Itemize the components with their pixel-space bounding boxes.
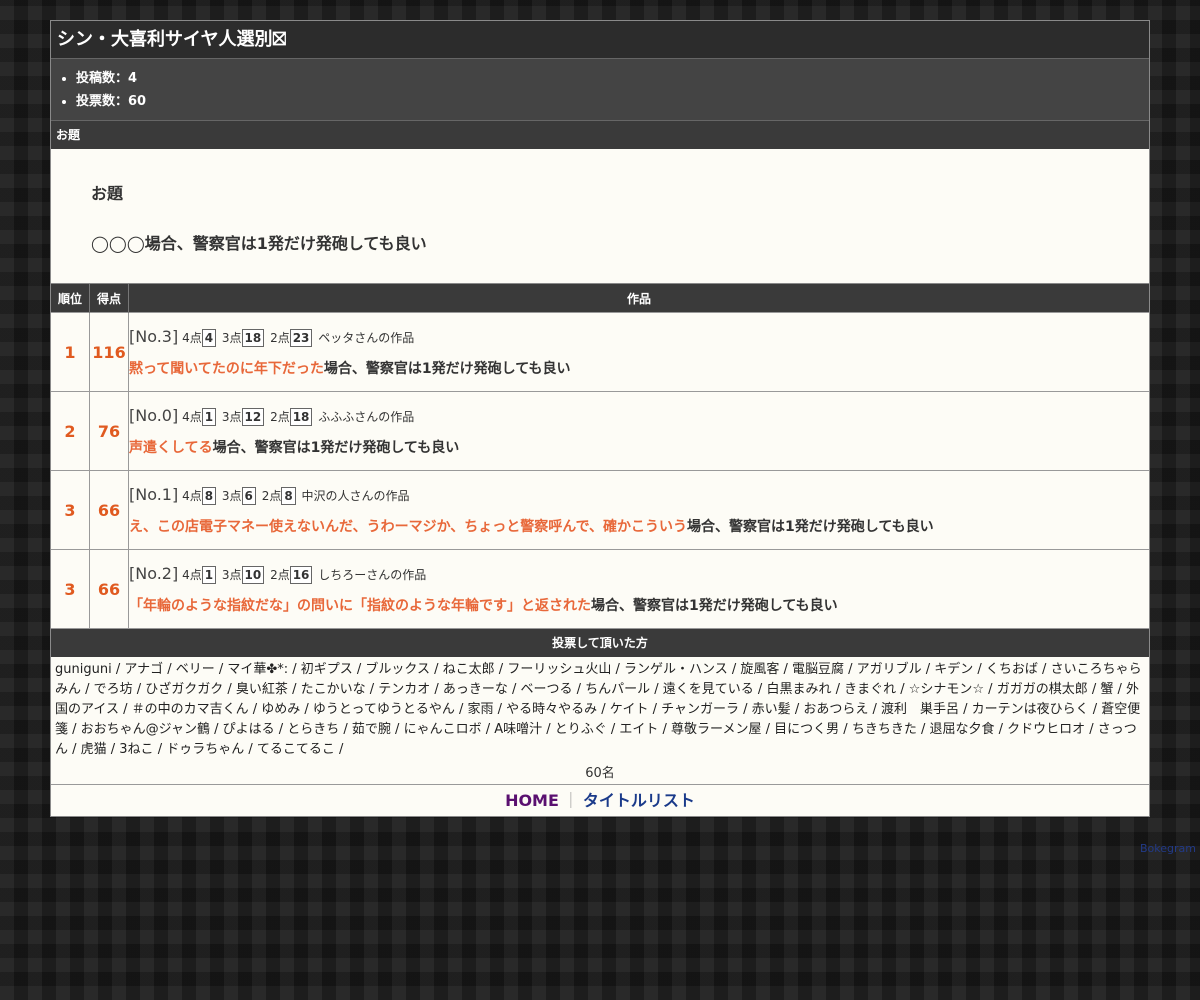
odai-box: お題 ◯◯◯場合、警察官は1発だけ発砲しても良い — [51, 149, 1149, 284]
entry-meta: [No.3] 4点 4 3点 18 2点 23 ペッタさんの作品 — [129, 327, 1149, 348]
entry-author: 中沢の人さんの作品 — [301, 488, 410, 503]
points-2-label: 2点 — [270, 567, 290, 582]
table-row: 3 66 [No.2] 4点 1 3点 10 2点 16 しちろーさんの作品 「年輪の… — [51, 549, 1149, 628]
answer-suffix: 場合、警察官は1発だけ発砲しても良い — [687, 518, 934, 535]
work-cell: [No.0] 4点 1 3点 12 2点 18 ふふふさんの作品 声遣くしてる場合、警… — [128, 391, 1149, 471]
score-column-header: 得点 — [89, 284, 129, 313]
answer-suffix: 場合、警察官は1発だけ発砲しても良い — [323, 360, 571, 377]
entry-number: [No.1] — [129, 484, 179, 504]
home-link[interactable]: HOME — [505, 791, 559, 810]
points-4-count: 8 — [201, 486, 217, 505]
answer-suffix: 場合、警察官は1発だけ発砲しても良い — [212, 439, 460, 456]
entry-answer: 「年輪のような指紋だな」の問いに「指紋のような年輪です」と返された場合、警察官は… — [129, 595, 1149, 615]
main-panel: シン・大喜利サイヤ人選別⛝ 投稿数：4 投票数：60 お題 お題 ◯◯◯場合、警… — [50, 20, 1150, 817]
answer-suffix: 場合、警察官は1発だけ発砲しても良い — [591, 597, 838, 614]
footer-nav: HOME ｜タイトルリスト — [51, 784, 1149, 816]
points-2-label: 2点 — [270, 409, 290, 424]
page-title: シン・大喜利サイヤ人選別⛝ — [51, 21, 1149, 59]
results-header-row: 順位 得点 作品 — [51, 284, 1149, 313]
voters-list: guniguni / アナゴ / ベリー / マイ華✤*: / 初ギプス / ブ… — [55, 662, 1142, 757]
points-2-count: 23 — [289, 328, 313, 347]
work-cell: [No.2] 4点 1 3点 10 2点 16 しちろーさんの作品 「年輪のような指紋… — [128, 549, 1149, 628]
voters-count: 60名 — [585, 766, 615, 781]
voters-header: 投票して頂いた方 — [51, 628, 1149, 657]
answer-highlight: 声遣くしてる — [129, 439, 213, 456]
results-table: 順位 得点 作品 1 116 [No.3] 4点 4 3点 18 2点 23 ペッタさ… — [51, 284, 1149, 628]
entry-author: ペッタさんの作品 — [318, 330, 415, 345]
entry-meta: [No.0] 4点 1 3点 12 2点 18 ふふふさんの作品 — [129, 406, 1149, 427]
points-2-count: 18 — [289, 407, 313, 426]
points-4-label: 4点 — [182, 330, 202, 345]
points-2-label: 2点 — [261, 488, 282, 503]
odai-section-header: お題 — [51, 121, 1149, 149]
rank-cell: 1 — [51, 312, 90, 392]
stats-list: 投稿数：4 投票数：60 — [51, 59, 1149, 121]
table-row: 1 116 [No.3] 4点 4 3点 18 2点 23 ペッタさんの作品 黙って聞… — [51, 312, 1149, 392]
work-column-header: 作品 — [128, 284, 1149, 313]
rank-column-header: 順位 — [51, 284, 90, 313]
bokegram-credit-link[interactable]: Bokegram — [1140, 842, 1196, 855]
points-3-label: 3点 — [221, 330, 242, 345]
table-row: 2 76 [No.0] 4点 1 3点 12 2点 18 ふふふさんの作品 声遣くして… — [51, 391, 1149, 471]
rank-cell: 3 — [51, 549, 90, 628]
entry-number: [No.0] — [129, 405, 179, 425]
entry-answer: 黙って聞いてたのに年下だった場合、警察官は1発だけ発砲しても良い — [129, 358, 1149, 378]
points-3-count: 10 — [241, 565, 265, 584]
post-count: 投稿数：4 — [76, 67, 1149, 90]
table-row: 3 66 [No.1] 4点 8 3点 6 2点 8 中沢の人さんの作品 え、この店電… — [51, 470, 1149, 550]
points-4-label: 4点 — [182, 488, 202, 503]
vote-count: 投票数：60 — [76, 90, 1149, 113]
points-4-count: 4 — [201, 328, 217, 347]
rank-cell: 2 — [51, 391, 90, 471]
score-cell: 76 — [89, 391, 129, 471]
points-2-count: 8 — [281, 486, 296, 505]
score-cell: 66 — [89, 470, 129, 550]
points-2-label: 2点 — [270, 330, 290, 345]
points-4-label: 4点 — [182, 567, 202, 582]
work-cell: [No.1] 4点 8 3点 6 2点 8 中沢の人さんの作品 え、この店電子マネー使… — [128, 470, 1149, 550]
score-cell: 116 — [89, 312, 129, 392]
score-cell: 66 — [89, 549, 129, 628]
answer-highlight: え、この店電子マネー使えないんだ、うわーマジか、ちょっと警察呼んで、確かこういう — [129, 518, 688, 535]
answer-highlight: 「年輪のような指紋だな」の問いに「指紋のような年輪です」と返された — [129, 597, 591, 614]
entry-meta: [No.1] 4点 8 3点 6 2点 8 中沢の人さんの作品 — [129, 485, 1149, 506]
odai-label: お題 — [91, 184, 124, 203]
nav-separator: ｜ — [562, 791, 579, 810]
points-4-label: 4点 — [182, 409, 202, 424]
work-cell: [No.3] 4点 4 3点 18 2点 23 ペッタさんの作品 黙って聞いてたのに年… — [128, 312, 1149, 392]
points-3-count: 12 — [241, 407, 265, 426]
answer-highlight: 黙って聞いてたのに年下だった — [129, 360, 324, 377]
points-3-label: 3点 — [221, 409, 242, 424]
points-4-count: 1 — [201, 407, 217, 426]
points-3-count: 6 — [241, 486, 256, 505]
entry-number: [No.2] — [129, 563, 179, 583]
entry-author: しちろーさんの作品 — [318, 567, 427, 582]
entry-answer: え、この店電子マネー使えないんだ、うわーマジか、ちょっと警察呼んで、確かこういう… — [129, 516, 1149, 536]
points-3-count: 18 — [241, 328, 265, 347]
points-3-label: 3点 — [221, 567, 242, 582]
points-3-label: 3点 — [221, 488, 242, 503]
odai-text: ◯◯◯場合、警察官は1発だけ発砲しても良い — [91, 234, 427, 253]
entry-number: [No.3] — [129, 326, 179, 346]
rank-cell: 3 — [51, 470, 90, 550]
entry-answer: 声遣くしてる場合、警察官は1発だけ発砲しても良い — [129, 437, 1149, 457]
points-2-count: 16 — [289, 565, 313, 584]
entry-meta: [No.2] 4点 1 3点 10 2点 16 しちろーさんの作品 — [129, 564, 1149, 585]
entry-author: ふふふさんの作品 — [318, 409, 415, 424]
points-4-count: 1 — [201, 565, 217, 584]
title-list-link[interactable]: タイトルリスト — [583, 791, 695, 810]
